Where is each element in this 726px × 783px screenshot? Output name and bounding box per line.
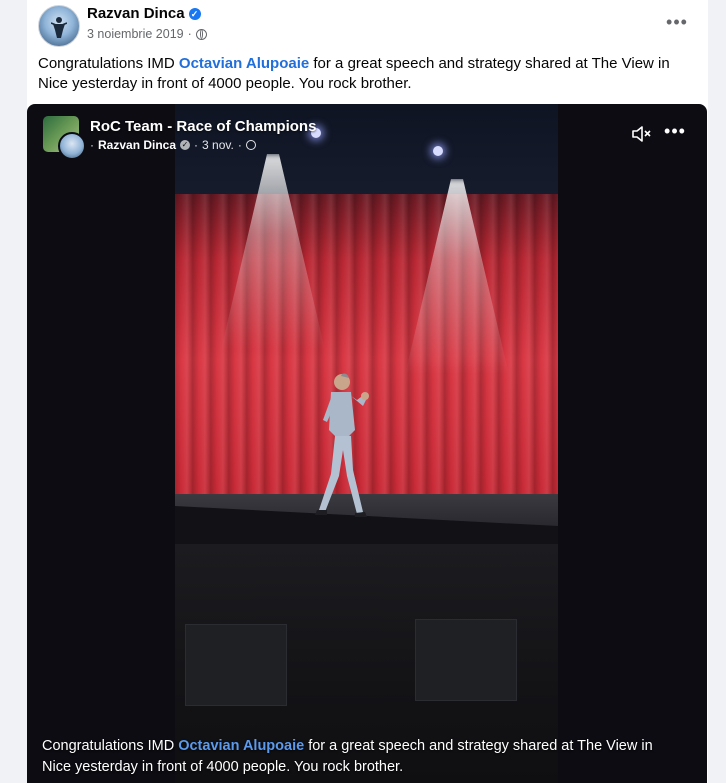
video-poster-name[interactable]: Razvan Dinca (98, 138, 176, 152)
shared-video-player[interactable]: RoC Team - Race of Champions · Razvan Di… (27, 104, 707, 783)
verified-badge-icon: ✓ (188, 8, 201, 20)
globe-icon (195, 28, 207, 40)
video-meta: · Razvan Dinca ✓ · 3 nov. · (90, 138, 256, 152)
author-name[interactable]: Razvan Dinca ✓ (87, 5, 201, 22)
verified-badge-icon: ✓ (180, 140, 191, 150)
speaker-on-stage (315, 373, 369, 517)
post-text-before: Congratulations IMD (38, 55, 179, 72)
video-more-options-button[interactable]: ••• (663, 122, 687, 144)
stage-speaker (185, 624, 287, 706)
feed-background-left (0, 0, 27, 783)
video-caption: Congratulations IMD Octavian Alupoaie fo… (42, 736, 662, 778)
post-timestamp[interactable]: 3 noiembrie 2019 · (87, 27, 207, 41)
poster-avatar[interactable] (58, 132, 86, 160)
video-date[interactable]: 3 nov. (202, 138, 234, 152)
mention-link[interactable]: Octavian Alupoaie (179, 55, 309, 72)
post-date-text[interactable]: 3 noiembrie 2019 (87, 27, 184, 41)
caption-mention-link[interactable]: Octavian Alupoaie (178, 738, 304, 754)
globe-icon (245, 140, 256, 150)
separator-dot: · (90, 138, 94, 152)
feed-background-right (708, 0, 726, 783)
post-text: Congratulations IMD Octavian Alupoaie fo… (38, 54, 698, 94)
author-avatar[interactable] (38, 5, 80, 47)
speaker-muted-icon[interactable] (630, 123, 652, 145)
video-frame[interactable] (175, 104, 558, 783)
ceiling-light (433, 146, 443, 156)
caption-text-before: Congratulations IMD (42, 738, 179, 754)
group-avatar[interactable] (43, 116, 86, 160)
author-name-text[interactable]: Razvan Dinca (87, 5, 185, 22)
separator-dot: · (194, 138, 199, 152)
stage-speaker (415, 619, 517, 701)
separator-dot: · (187, 27, 192, 41)
person-silhouette-icon (51, 17, 67, 38)
separator-dot: · (237, 138, 242, 152)
group-name[interactable]: RoC Team - Race of Champions (90, 118, 316, 135)
post-more-options-button[interactable]: ••• (663, 13, 691, 33)
